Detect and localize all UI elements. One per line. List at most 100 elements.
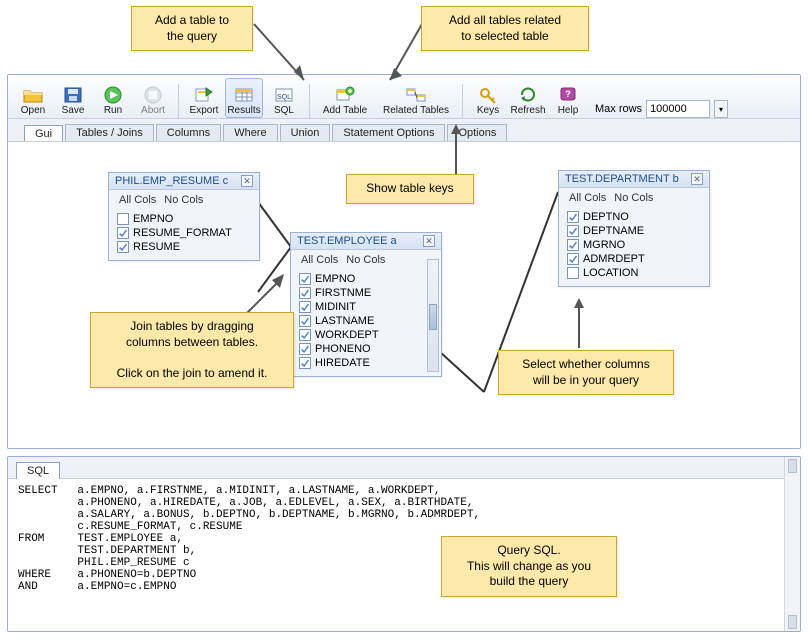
checkbox-icon[interactable] (117, 213, 129, 225)
column-name: DEPTNAME (583, 225, 644, 237)
column-item[interactable]: WORKDEPT (297, 328, 427, 342)
max-rows-label: Max rows (595, 103, 642, 115)
column-item[interactable]: HIREDATE (297, 356, 427, 370)
column-name: MGRNO (583, 239, 625, 251)
open-label: Open (21, 105, 45, 116)
checkbox-icon[interactable] (299, 357, 311, 369)
tab-sql[interactable]: SQL (16, 462, 60, 479)
all-cols-link[interactable]: All Cols (301, 254, 338, 266)
column-item[interactable]: DEPTNAME (565, 224, 703, 238)
results-button[interactable]: Results (225, 78, 263, 118)
svg-text:?: ? (565, 89, 571, 99)
column-name: HIREDATE (315, 357, 370, 369)
column-item[interactable]: RESUME_FORMAT (115, 226, 253, 240)
callout-add-table: Add a table to the query (131, 6, 253, 51)
checkbox-icon[interactable] (299, 343, 311, 355)
close-icon[interactable]: ✕ (691, 173, 703, 185)
save-button[interactable]: Save (54, 78, 92, 118)
checkbox-icon[interactable] (299, 315, 311, 327)
scrollbar[interactable] (427, 259, 439, 372)
callout-select-cols: Select whether columns will be in your q… (498, 350, 674, 395)
no-cols-link[interactable]: No Cols (164, 194, 203, 206)
column-item[interactable]: RESUME (115, 240, 253, 254)
checkbox-icon[interactable] (117, 241, 129, 253)
table-title: PHIL.EMP_RESUME c (115, 175, 228, 187)
column-name: ADMRDEPT (583, 253, 645, 265)
toolbar-separator (178, 84, 179, 118)
no-cols-link[interactable]: No Cols (614, 192, 653, 204)
all-cols-link[interactable]: All Cols (569, 192, 606, 204)
checkbox-icon[interactable] (299, 301, 311, 313)
help-button[interactable]: ? Help (549, 78, 587, 118)
column-item[interactable]: DEPTNO (565, 210, 703, 224)
abort-button[interactable]: Abort (134, 78, 172, 118)
sql-text[interactable]: SELECT a.EMPNO, a.FIRSTNME, a.MIDINIT, a… (8, 479, 800, 631)
table-title: TEST.EMPLOYEE a (297, 235, 397, 247)
close-icon[interactable]: ✕ (423, 235, 435, 247)
builder-tabbar: Gui Tables / Joins Columns Where Union S… (8, 119, 800, 141)
tab-gui[interactable]: Gui (24, 125, 63, 142)
checkbox-icon[interactable] (299, 287, 311, 299)
run-label: Run (104, 105, 122, 116)
add-table-label: Add Table (323, 105, 367, 116)
export-button[interactable]: Export (185, 78, 223, 118)
checkbox-icon[interactable] (567, 239, 579, 251)
column-name: EMPNO (315, 273, 355, 285)
column-item[interactable]: FIRSTNME (297, 286, 427, 300)
open-button[interactable]: Open (14, 78, 52, 118)
max-rows-input[interactable] (646, 100, 710, 118)
add-table-button[interactable]: Add Table (316, 78, 374, 118)
column-item[interactable]: EMPNO (115, 212, 253, 226)
toolbar-separator (462, 84, 463, 118)
table-emp-resume[interactable]: PHIL.EMP_RESUME c ✕ All Cols No Cols EMP… (108, 172, 260, 261)
column-name: LASTNAME (315, 315, 374, 327)
tab-columns[interactable]: Columns (156, 124, 221, 141)
tab-statement-options[interactable]: Statement Options (332, 124, 445, 141)
table-department[interactable]: TEST.DEPARTMENT b ✕ All Cols No Cols DEP… (558, 170, 710, 287)
keys-button[interactable]: Keys (469, 78, 507, 118)
callout-show-keys: Show table keys (346, 174, 474, 204)
checkbox-icon[interactable] (567, 211, 579, 223)
column-name: MIDINIT (315, 301, 356, 313)
checkbox-icon[interactable] (567, 253, 579, 265)
checkbox-icon[interactable] (299, 329, 311, 341)
sql-button[interactable]: SQL SQL (265, 78, 303, 118)
run-button[interactable]: Run (94, 78, 132, 118)
toolbar: Open Save Run Abort Export Results (8, 75, 800, 119)
column-item[interactable]: MGRNO (565, 238, 703, 252)
sql-panel: SQL SELECT a.EMPNO, a.FIRSTNME, a.MIDINI… (7, 456, 801, 632)
tab-tables-joins[interactable]: Tables / Joins (65, 124, 154, 141)
column-item[interactable]: MIDINIT (297, 300, 427, 314)
column-name: DEPTNO (583, 211, 629, 223)
related-tables-label: Related Tables (383, 105, 449, 116)
close-icon[interactable]: ✕ (241, 175, 253, 187)
table-employee[interactable]: TEST.EMPLOYEE a ✕ All Cols No Cols EMPNO… (290, 232, 442, 377)
column-item[interactable]: LOCATION (565, 266, 703, 280)
checkbox-icon[interactable] (567, 267, 579, 279)
refresh-label: Refresh (510, 105, 545, 116)
tab-where[interactable]: Where (223, 124, 277, 141)
query-builder-panel: Open Save Run Abort Export Results (7, 74, 801, 449)
column-name: LOCATION (583, 267, 638, 279)
column-name: PHONENO (315, 343, 371, 355)
no-cols-link[interactable]: No Cols (346, 254, 385, 266)
tab-union[interactable]: Union (280, 124, 331, 141)
checkbox-icon[interactable] (117, 227, 129, 239)
scrollbar[interactable] (784, 457, 800, 631)
column-item[interactable]: EMPNO (297, 272, 427, 286)
callout-related-tables: Add all tables related to selected table (421, 6, 589, 51)
svg-text:SQL: SQL (277, 94, 291, 101)
refresh-button[interactable]: Refresh (509, 78, 547, 118)
save-label: Save (62, 105, 85, 116)
checkbox-icon[interactable] (567, 225, 579, 237)
column-item[interactable]: ADMRDEPT (565, 252, 703, 266)
dropdown-icon[interactable]: ▾ (714, 100, 728, 118)
all-cols-link[interactable]: All Cols (119, 194, 156, 206)
abort-label: Abort (141, 105, 165, 116)
keys-label: Keys (477, 105, 499, 116)
tab-options[interactable]: Options (447, 124, 507, 141)
checkbox-icon[interactable] (299, 273, 311, 285)
column-item[interactable]: LASTNAME (297, 314, 427, 328)
related-tables-button[interactable]: Related Tables (376, 78, 456, 118)
column-item[interactable]: PHONENO (297, 342, 427, 356)
